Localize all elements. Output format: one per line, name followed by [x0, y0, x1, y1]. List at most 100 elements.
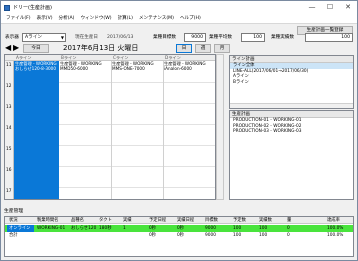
achieved-field[interactable]: 100	[305, 33, 353, 42]
table-cell: 100.0%	[327, 233, 344, 238]
table-header: 品種名	[71, 218, 84, 223]
menu-analysis[interactable]: 分析(A)	[56, 14, 78, 24]
table-cell: 100	[233, 233, 242, 238]
schedule-grid[interactable]: Aライン Bライン Cライン Dライン 11 12 13 14 15 16 17…	[4, 54, 216, 200]
current-date-value: 2017/06/13	[107, 35, 134, 40]
view-month-button[interactable]: 月	[214, 44, 230, 53]
app-icon	[4, 4, 10, 11]
table-cell: 180秒	[99, 226, 112, 231]
table-cell: WORKING-01	[37, 226, 66, 231]
grid-divider	[163, 61, 164, 199]
table-cell: 100	[233, 226, 242, 231]
table-cell: 100	[259, 233, 268, 238]
line-plan-title: ライン計画	[230, 56, 353, 63]
time-label: 11	[6, 63, 12, 68]
table-row-total[interactable]: 合計 0秒 0秒 9000 100 100 0 100.0%	[5, 232, 353, 239]
window-title: ドリー(生産計画)	[13, 5, 52, 11]
table-header: 量	[287, 218, 292, 223]
menu-bar: ファイル(F) 表示(V) 分析(A) ウィンドウ(W) 計算(L) メンテナン…	[1, 14, 357, 24]
target-qty-label: 業種目標数	[153, 35, 176, 40]
time-label: 14	[6, 126, 12, 131]
schedule-entry[interactable]: 生産管理 - WORKING iAnalon-6000	[164, 61, 214, 71]
current-date-label: 現在生産日	[75, 35, 98, 40]
status-cell: オンライン	[7, 225, 34, 232]
table-row[interactable]: オンライン WORKING-01 おしらせ120 180秒 1 0秒 0秒 90…	[5, 225, 353, 232]
prev-date-arrow-icon[interactable]: ◀	[5, 44, 11, 52]
table-cell: 合計	[9, 233, 18, 238]
time-label: 17	[6, 189, 12, 194]
production-mgmt-title: 生産管理	[4, 209, 24, 214]
table-cell: 0	[287, 233, 290, 238]
title-bar: ドリー(生産計画) — ☐ ✕	[1, 1, 357, 14]
table-cell: 100.0%	[327, 226, 344, 231]
menu-calc[interactable]: 計算(L)	[115, 14, 136, 24]
production-plan-panel: 生産計画 PRODUCTION-01 - WORKING-01 PRODUCTI…	[229, 110, 354, 200]
grid-divider	[59, 103, 215, 104]
table-header: 予定数	[233, 218, 246, 223]
line-plan-scrollbar[interactable]	[230, 103, 353, 108]
display-select[interactable]: Aライン ▼	[22, 33, 66, 42]
schedule-entry[interactable]: 生産管理 - WORKING おしらせ120-8-3000	[15, 61, 58, 71]
table-header: タクト	[99, 218, 112, 223]
table-header: 状況	[9, 218, 18, 223]
schedule-entry[interactable]: 生産管理 - WORKING MMS-ONE-7000	[112, 61, 162, 71]
app-window: ドリー(生産計画) — ☐ ✕ ファイル(F) 表示(V) 分析(A) ウィンド…	[0, 0, 358, 261]
table-header: 製業時間名	[37, 218, 59, 223]
menu-maintenance[interactable]: メンテナンス(M)	[136, 14, 177, 24]
view-day-button[interactable]: 日	[176, 44, 192, 53]
menu-view[interactable]: 表示(V)	[34, 14, 56, 24]
grid-divider	[59, 82, 215, 83]
table-header: 実績	[123, 218, 132, 223]
table-cell: 100	[259, 226, 268, 231]
table-cell: 1	[123, 226, 126, 231]
grid-divider	[59, 166, 215, 167]
menu-help[interactable]: ヘルプ(H)	[177, 14, 204, 24]
next-date-arrow-icon[interactable]: ▶	[13, 44, 19, 52]
schedule-entry[interactable]: 生産管理 - WORKING MMD50-6000	[60, 61, 110, 71]
menu-window[interactable]: ウィンドウ(W)	[77, 14, 114, 24]
table-cell: 0秒	[149, 226, 157, 231]
unit-target-field[interactable]: 100	[241, 33, 265, 42]
time-label: 12	[6, 84, 12, 89]
maximize-button[interactable]: ☐	[321, 1, 339, 14]
time-column: 11 12 13 14 15 16 17	[5, 61, 14, 199]
grid-divider	[59, 187, 215, 188]
grid-divider	[59, 145, 215, 146]
minimize-button[interactable]: —	[303, 1, 321, 14]
table-header: 実績数	[259, 218, 272, 223]
table-header: 実績日程	[177, 218, 195, 223]
table-cell: 0	[287, 226, 290, 231]
grid-scrollbar[interactable]	[216, 54, 224, 200]
view-week-button[interactable]: 週	[195, 44, 211, 53]
chevron-down-icon: ▼	[60, 35, 64, 40]
grid-divider	[59, 124, 215, 125]
table-cell: おしらせ120	[71, 226, 97, 231]
today-button[interactable]: 今日	[23, 44, 49, 53]
time-label: 15	[6, 147, 12, 152]
time-label: 16	[6, 168, 12, 173]
table-header: 目標数	[205, 218, 218, 223]
table-header: 達成率	[327, 218, 340, 223]
unit-target-label: 業種平均数	[209, 35, 232, 40]
table-cell: 9000	[205, 233, 216, 238]
production-plan-title: 生産計画	[230, 111, 353, 118]
close-button[interactable]: ✕	[339, 1, 357, 14]
time-label: 13	[6, 105, 12, 110]
table-header-row: 状況 製業時間名 品種名 タクト 実績 予定日程 実績日程 目標数 予定数 実績…	[5, 217, 353, 224]
production-mgmt-table: 状況 製業時間名 品種名 タクト 実績 予定日程 実績日程 目標数 予定数 実績…	[4, 216, 354, 257]
table-cell: 0秒	[149, 233, 157, 238]
selected-line-column[interactable]	[14, 61, 59, 199]
target-qty-field[interactable]: 9000	[184, 33, 206, 42]
table-cell: 0秒	[177, 226, 185, 231]
line-plan-item[interactable]: Bライン	[230, 80, 353, 86]
table-header: 予定日程	[149, 218, 167, 223]
achieved-label: 業種実績数	[271, 35, 294, 40]
line-plan-panel: ライン計画 ライン全体 LINE-ALL(2017/06/01→2017/06/…	[229, 55, 354, 109]
display-label: 表示器	[5, 35, 19, 40]
menu-file[interactable]: ファイル(F)	[3, 14, 34, 24]
table-cell: 0秒	[177, 233, 185, 238]
table-cell: 9000	[205, 226, 216, 231]
grid-divider	[111, 61, 112, 199]
production-plan-item[interactable]: PRODUCTION-03 - WORKING-03	[230, 129, 353, 135]
date-display: 2017年6月13日 火曜日	[63, 44, 139, 52]
